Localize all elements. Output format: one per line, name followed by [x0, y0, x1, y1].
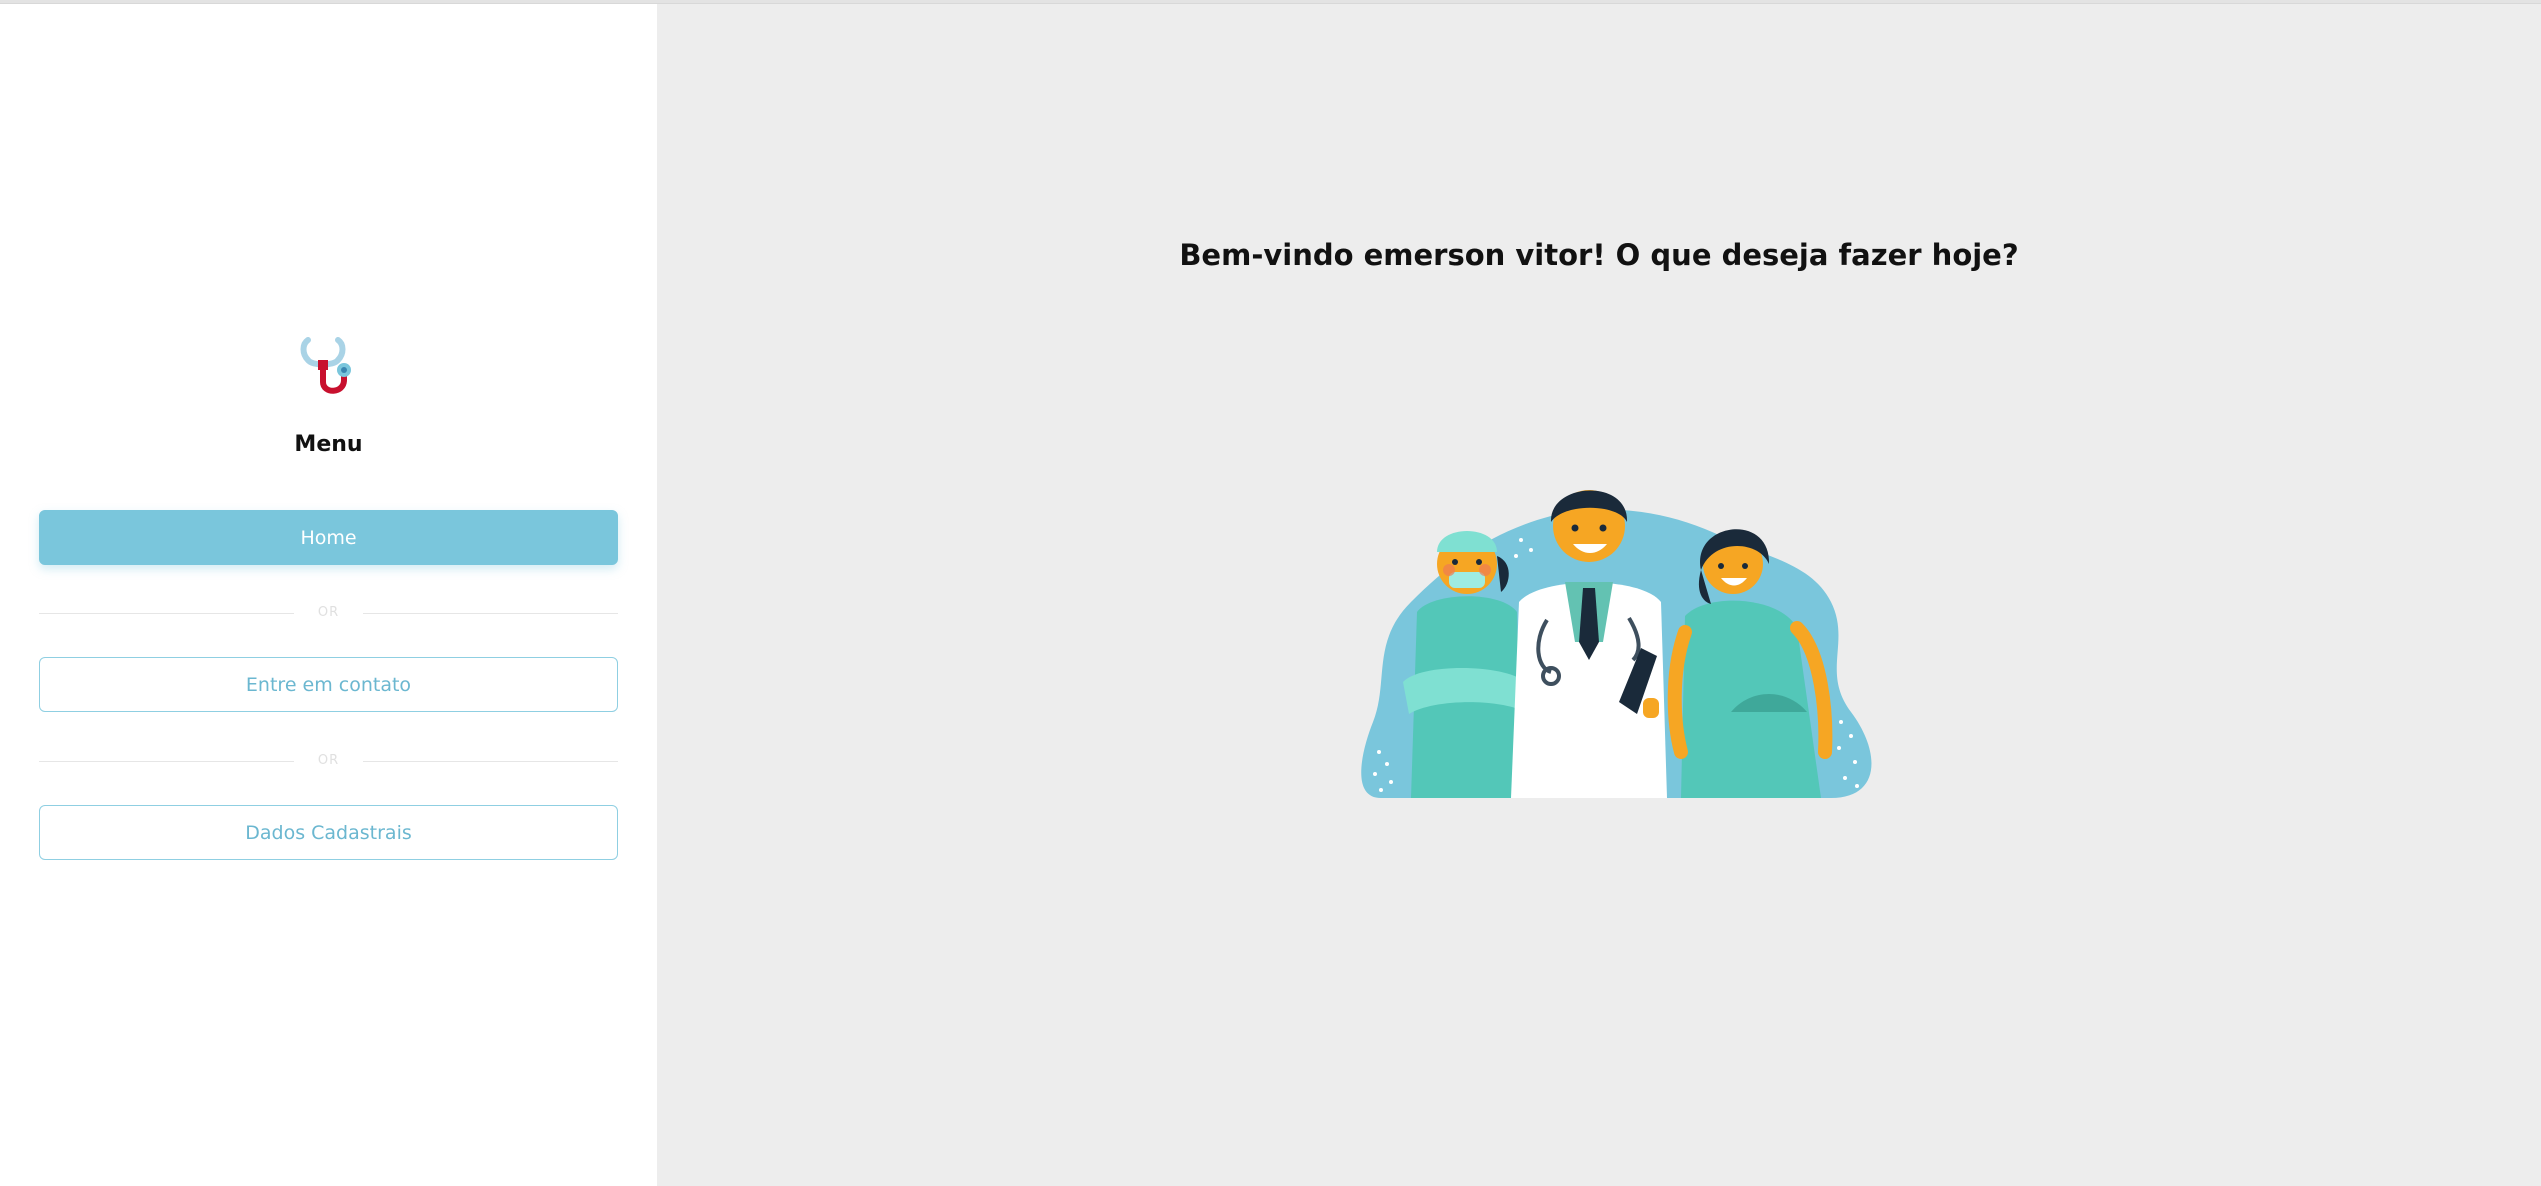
divider: OR [39, 604, 618, 624]
welcome-heading: Bem-vindo emerson vitor! O que deseja fa… [1179, 238, 2019, 272]
divider: OR [39, 752, 618, 772]
divider-line [363, 613, 618, 614]
registration-data-button[interactable]: Dados Cadastrais [39, 805, 618, 860]
contact-button[interactable]: Entre em contato [39, 657, 618, 712]
medical-team-illustration [1351, 452, 1881, 798]
divider-line [363, 761, 618, 762]
sidebar: Menu Home OR Entre em contato OR Dados C… [0, 4, 657, 1186]
home-button[interactable]: Home [39, 510, 618, 565]
main-content: Bem-vindo emerson vitor! O que deseja fa… [657, 4, 2541, 1186]
stethoscope-icon [298, 334, 358, 400]
menu-title: Menu [294, 432, 363, 457]
